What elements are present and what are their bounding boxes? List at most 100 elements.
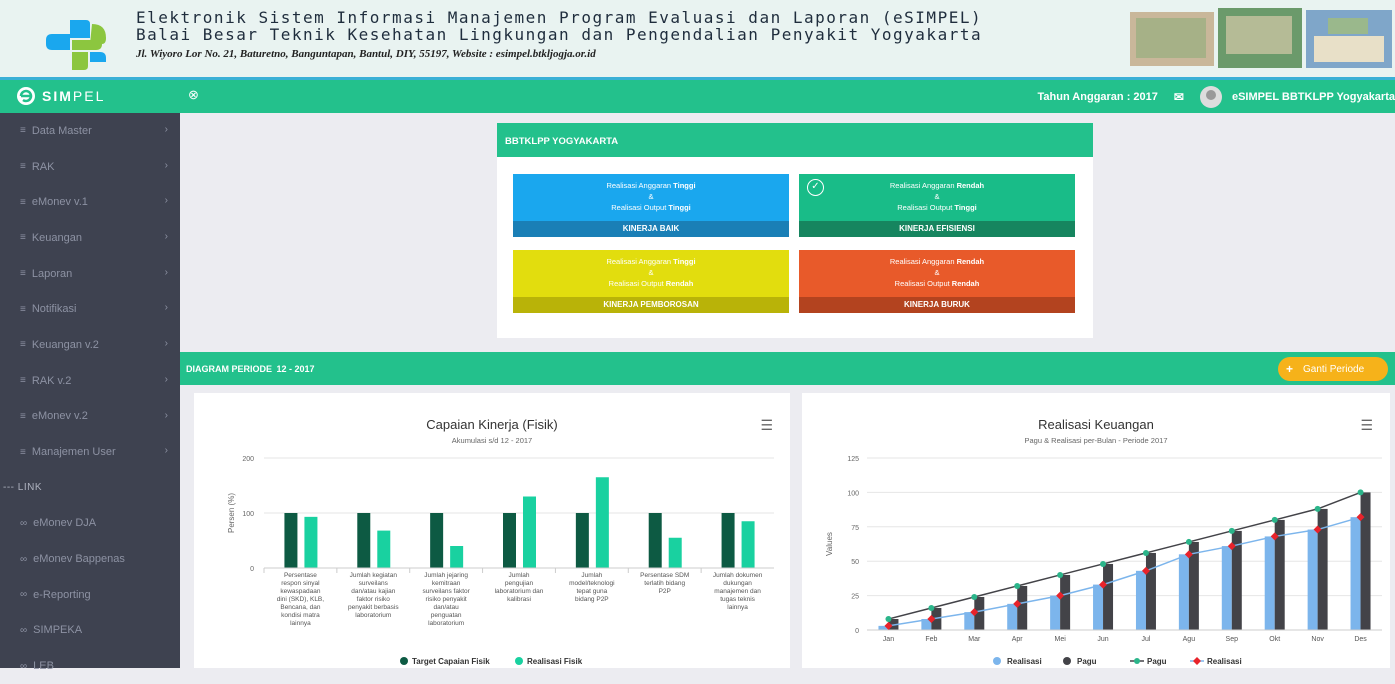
periode-bar: DIAGRAM PERIODE 12 - 2017 + Ganti Periode: [180, 352, 1395, 385]
chevron-right-icon: ›: [164, 231, 168, 243]
x-tick-label-line: kalibrasi: [507, 596, 531, 603]
realisasi-output-line: Realisasi Output Tinggi: [611, 203, 691, 212]
legend-label: Pagu: [1147, 657, 1167, 666]
x-tick-label-line: faktor risiko: [357, 596, 391, 603]
chevron-right-icon: ›: [164, 409, 168, 421]
legend-marker: [515, 657, 523, 665]
brand-lite: PEL: [72, 88, 106, 104]
sidebar-link-label: SIMPEKA: [33, 624, 83, 637]
y-tick-label: 200: [242, 456, 254, 463]
brand[interactable]: SIM PEL: [16, 86, 105, 106]
sidebar-item-label: RAK v.2: [31, 374, 72, 387]
bar-realisasi: [964, 612, 975, 630]
mail-icon[interactable]: ✉: [1168, 90, 1190, 104]
point-pagu: [1100, 560, 1107, 567]
chevron-right-icon: ›: [164, 124, 168, 135]
sidebar-item-rak-v-2[interactable]: ≡ RAK v.2 ›: [0, 363, 180, 399]
ganti-periode-button[interactable]: + Ganti Periode: [1278, 357, 1388, 381]
sidebar-link-emonev-dja[interactable]: ∞ eMonev DJA: [0, 506, 180, 542]
x-tick-label: Des: [1354, 636, 1367, 643]
menu-icon: ≡: [20, 303, 26, 315]
sidebar-item-emonev-v-1[interactable]: ≡ eMonev v.1 ›: [0, 184, 180, 220]
x-tick-label-line: laboratorium: [355, 612, 391, 619]
sidebar-item-data-master[interactable]: ≡ Data Master ›: [0, 113, 180, 149]
chart-menu-icon[interactable]: ☰: [1360, 417, 1373, 434]
chart-title: Capaian Kinerja (Fisik): [426, 417, 558, 432]
bar-realisasi: [1307, 529, 1318, 630]
sidebar-item-rak[interactable]: ≡ RAK ›: [0, 149, 180, 185]
point-pagu: [1228, 527, 1235, 534]
x-tick-label-line: Persentase: [284, 572, 317, 579]
sidebar-item-label: Laporan: [31, 267, 73, 280]
chart-menu-icon[interactable]: ☰: [760, 417, 773, 434]
x-tick-label-line: dan/atau kajian: [351, 588, 395, 595]
legend-label: Realisasi: [1207, 657, 1242, 666]
sidebar-item-label: eMonev v.2: [31, 410, 88, 423]
sidebar-item-keuangan-v-2[interactable]: ≡ Keuangan v.2 ›: [0, 327, 180, 363]
x-tick-label-line: P2P: [659, 588, 671, 595]
x-tick-label-line: pengujian: [505, 580, 534, 587]
user-name[interactable]: eSIMPEL BBTKLPP Yogyakarta: [1232, 91, 1395, 103]
bar-target-capaian-fisik: [721, 513, 735, 568]
bar-target-capaian-fisik: [648, 513, 662, 568]
realisasi-output-line: Realisasi Output Rendah: [608, 279, 694, 288]
user-avatar[interactable]: [1199, 85, 1222, 108]
and-symbol: &: [934, 268, 940, 277]
institution-address: Jl. Wiyoro Lor No. 21, Baturetno, Bangun…: [136, 48, 596, 60]
kinerja-box-kinerja-baik: Realisasi Anggaran Tinggi & Realisasi Outp…: [513, 174, 789, 237]
x-tick-label-line: dini (SKD), KLB,: [277, 596, 325, 603]
x-tick-label-line: tugas teknis: [720, 596, 755, 603]
sidebar-item-emonev-v-2[interactable]: ≡ eMonev v.2 ›: [0, 399, 180, 435]
sidebar-item-label: Keuangan: [31, 231, 83, 244]
sidebar-link-emonev-bappenas[interactable]: ∞ eMonev Bappenas: [0, 541, 180, 577]
brand-bold: SIM: [42, 88, 73, 104]
x-tick-label-line: penyakit berbasis: [348, 604, 399, 611]
sidebar-item-manajemen-user[interactable]: ≡ Manajemen User ›: [0, 434, 180, 470]
kinerja-box-footer: KINERJA EFISIENSI: [799, 221, 1075, 237]
legend-marker: [993, 657, 1001, 665]
x-tick-label-line: model/teknologi: [569, 580, 615, 587]
x-tick-label: Agu: [1183, 636, 1196, 643]
point-pagu: [1057, 571, 1064, 578]
sidebar: ≡ Data Master › ≡ RAK › ≡ eMonev v.1 › ≡ Keuangan ›…: [0, 113, 180, 672]
y-tick-label: 0: [250, 566, 254, 573]
x-tick-label-line: Jumlah jejaring: [424, 572, 468, 579]
x-tick-label-line: kewaspadaan: [280, 588, 320, 595]
y-tick-label: 50: [851, 559, 859, 566]
sidebar-link-simpeka[interactable]: ∞ SIMPEKA: [0, 613, 180, 649]
bar-target-capaian-fisik: [357, 513, 371, 568]
sidebar-item-label: Notifikasi: [31, 303, 77, 316]
x-tick-label: Jumlah pengujian laboratorium dan kalibrasi: [495, 572, 544, 603]
x-tick-label-line: dan/atau: [433, 604, 459, 611]
x-tick-label: Apr: [1012, 636, 1024, 643]
x-tick-label-line: surveilans faktor: [422, 588, 470, 595]
header-banner: Elektronik Sistem Informasi Manajemen Pr…: [0, 0, 1395, 80]
point-pagu: [1142, 549, 1149, 556]
y-tick-label: 25: [851, 594, 859, 601]
x-tick-label: Jumlah model/teknologi tepat guna bidang P2…: [569, 572, 615, 603]
bar-pagu: [1060, 574, 1071, 630]
legend-marker: [400, 657, 408, 665]
sidebar-link-e-reporting[interactable]: ∞ e-Reporting: [0, 577, 180, 613]
sidebar-item-keuangan[interactable]: ≡ Keuangan ›: [0, 220, 180, 256]
sidebar-item-laporan[interactable]: ≡ Laporan ›: [0, 256, 180, 292]
menu-icon: ≡: [20, 410, 26, 422]
kinerja-panel: BBTKLPP YOGYAKARTA Realisasi Anggaran Ti…: [497, 123, 1093, 338]
x-tick-label-line: Bencana, dan: [280, 604, 321, 611]
legend-label: Realisasi: [1007, 657, 1042, 666]
periode-value: 12 - 2017: [276, 364, 315, 374]
point-pagu: [885, 615, 892, 622]
chevron-right-icon: ›: [164, 195, 168, 207]
sidebar-toggle-icon[interactable]: ⊗: [188, 87, 199, 103]
x-tick-label: Sep: [1226, 636, 1239, 643]
bar-realisasi: [1178, 554, 1189, 630]
sidebar-item-notifikasi[interactable]: ≡ Notifikasi ›: [0, 291, 180, 327]
x-tick-label-line: dukungan: [723, 580, 752, 587]
x-tick-label-line: manajemen dan: [714, 588, 761, 595]
realisasi-anggaran-line: Realisasi Anggaran Tinggi: [606, 257, 696, 266]
legend-label: Pagu: [1077, 657, 1097, 666]
x-tick-label-line: kemitraan: [432, 580, 461, 587]
header-photo-collage: [1130, 8, 1392, 68]
link-icon: ∞: [20, 624, 28, 636]
sidebar-link-leb[interactable]: ∞ LEB: [0, 648, 180, 684]
